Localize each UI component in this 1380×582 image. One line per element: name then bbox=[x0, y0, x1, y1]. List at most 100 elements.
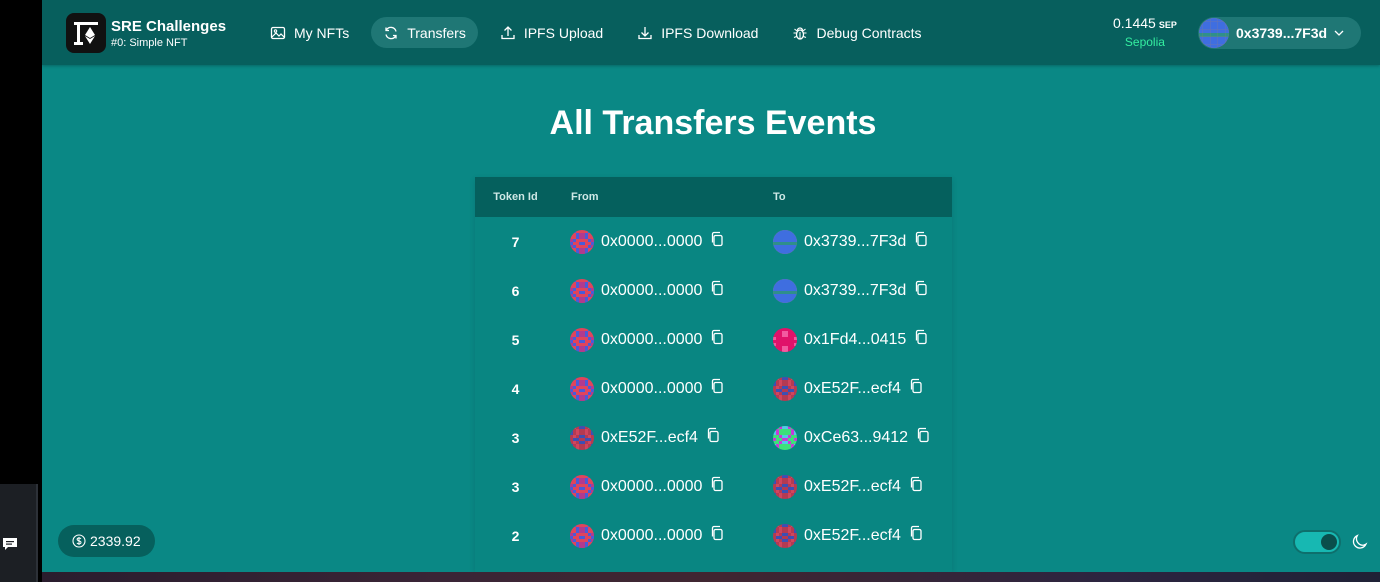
to-avatar bbox=[773, 474, 797, 499]
to-avatar bbox=[773, 229, 797, 254]
to-avatar bbox=[773, 278, 797, 303]
theme-toggle[interactable] bbox=[1293, 530, 1341, 554]
nav-transfers[interactable]: Transfers bbox=[371, 17, 478, 48]
to-address-cell: 0xE52F...ecf4 bbox=[758, 474, 924, 499]
to-address[interactable]: 0xCe63...9412 bbox=[804, 429, 908, 447]
from-address-cell: 0xE52F...ecf4 bbox=[556, 425, 758, 450]
from-address-cell: 0x0000...0000 bbox=[556, 327, 758, 352]
nav-ipfs-download[interactable]: IPFS Download bbox=[625, 17, 770, 48]
nav-label: Transfers bbox=[407, 24, 466, 41]
account-address: 0x3739...7F3d bbox=[1236, 25, 1328, 41]
network-name: Sepolia bbox=[1124, 35, 1165, 49]
brand-title: SRE Challenges bbox=[111, 17, 227, 35]
copy-icon[interactable] bbox=[709, 231, 725, 252]
to-address[interactable]: 0xE52F...ecf4 bbox=[804, 380, 901, 398]
from-address-cell: 0x0000...0000 bbox=[556, 278, 758, 303]
token-id: 2 bbox=[511, 527, 520, 544]
balance-amount: 0.1445 bbox=[1113, 15, 1156, 31]
to-address[interactable]: 0x1Fd4...0415 bbox=[804, 331, 906, 349]
copy-icon[interactable] bbox=[913, 280, 929, 301]
host-left-strip bbox=[0, 0, 42, 582]
account-dropdown-button[interactable]: 0x3739...7F3d bbox=[1198, 17, 1361, 49]
moon-icon bbox=[1352, 534, 1368, 549]
to-address-cell: 0xE52F...ecf4 bbox=[758, 523, 924, 548]
header-from: From bbox=[571, 191, 599, 203]
to-address[interactable]: 0xE52F...ecf4 bbox=[804, 527, 901, 545]
chat-icon[interactable] bbox=[2, 536, 18, 552]
table-row: 6 0x0000...0000 0x3739...7F3d bbox=[475, 266, 952, 315]
to-address[interactable]: 0xE52F...ecf4 bbox=[804, 478, 901, 496]
nav-label: My NFTs bbox=[294, 24, 350, 41]
brand-subtitle: #0: Simple NFT bbox=[111, 36, 188, 49]
copy-icon[interactable] bbox=[709, 280, 725, 301]
copy-icon[interactable] bbox=[709, 329, 725, 350]
to-address[interactable]: 0x3739...7F3d bbox=[804, 233, 906, 251]
copy-icon[interactable] bbox=[913, 329, 929, 350]
to-avatar bbox=[773, 376, 797, 401]
to-avatar bbox=[773, 523, 797, 548]
from-address[interactable]: 0x0000...0000 bbox=[601, 331, 702, 349]
from-address[interactable]: 0x0000...0000 bbox=[601, 233, 702, 251]
to-avatar bbox=[773, 327, 797, 352]
chevron-down-icon bbox=[1334, 30, 1344, 36]
image-icon bbox=[270, 26, 286, 39]
table-row: 5 0x0000...0000 0x1Fd4...0415 bbox=[475, 315, 952, 364]
copy-icon[interactable] bbox=[908, 476, 924, 497]
from-address[interactable]: 0x0000...0000 bbox=[601, 478, 702, 496]
from-avatar bbox=[570, 523, 594, 548]
header-to: To bbox=[773, 191, 786, 203]
host-bottom-strip bbox=[42, 572, 1380, 582]
from-address-cell: 0x0000...0000 bbox=[556, 474, 758, 499]
account-avatar bbox=[1199, 18, 1229, 48]
top-navbar: SRE Challenges #0: Simple NFT My NFTs Tr… bbox=[42, 0, 1380, 65]
host-panel bbox=[0, 484, 38, 582]
to-address-cell: 0x3739...7F3d bbox=[758, 278, 929, 303]
table-row: 7 0x0000...0000 0x3739...7F3d bbox=[475, 217, 952, 266]
copy-icon[interactable] bbox=[709, 476, 725, 497]
copy-icon[interactable] bbox=[705, 427, 721, 448]
toggle-knob bbox=[1321, 534, 1337, 550]
table-row: 3 0x0000...0000 0xE52F...ecf4 bbox=[475, 462, 952, 511]
brand-link[interactable]: SRE Challenges #0: Simple NFT bbox=[66, 13, 226, 53]
nav-label: IPFS Upload bbox=[523, 24, 604, 41]
table-body: 7 0x0000...0000 0x3739...7F3d 6 0x0000...000… bbox=[475, 217, 952, 560]
to-address-cell: 0xE52F...ecf4 bbox=[758, 376, 924, 401]
nav-my-nfts[interactable]: My NFTs bbox=[258, 17, 361, 48]
from-address[interactable]: 0x0000...0000 bbox=[601, 380, 702, 398]
nav-ipfs-upload[interactable]: IPFS Upload bbox=[488, 17, 615, 48]
to-address[interactable]: 0x3739...7F3d bbox=[804, 282, 906, 300]
download-icon bbox=[638, 26, 652, 39]
copy-icon[interactable] bbox=[709, 525, 725, 546]
copy-icon[interactable] bbox=[908, 525, 924, 546]
from-address-cell: 0x0000...0000 bbox=[556, 523, 758, 548]
from-avatar bbox=[570, 474, 594, 499]
token-id: 5 bbox=[511, 331, 520, 348]
token-id: 3 bbox=[511, 478, 520, 495]
eth-price-badge[interactable]: 2339.92 bbox=[58, 525, 155, 557]
header-token-id: Token Id bbox=[493, 191, 538, 203]
eth-price: 2339.92 bbox=[90, 533, 141, 549]
token-id: 4 bbox=[511, 380, 520, 397]
to-avatar bbox=[773, 425, 797, 450]
balance-unit: SEP bbox=[1158, 20, 1177, 30]
ethereum-tower-icon bbox=[74, 22, 98, 45]
nav-label: Debug Contracts bbox=[816, 24, 922, 41]
copy-icon[interactable] bbox=[915, 427, 931, 448]
token-id: 6 bbox=[511, 282, 520, 299]
copy-icon[interactable] bbox=[908, 378, 924, 399]
from-address[interactable]: 0x0000...0000 bbox=[601, 282, 702, 300]
dollar-icon bbox=[72, 534, 86, 548]
nav-debug-contracts[interactable]: Debug Contracts bbox=[780, 17, 933, 48]
from-address[interactable]: 0x0000...0000 bbox=[601, 527, 702, 545]
to-address-cell: 0xCe63...9412 bbox=[758, 425, 931, 450]
upload-icon bbox=[501, 25, 515, 39]
copy-icon[interactable] bbox=[913, 231, 929, 252]
copy-icon[interactable] bbox=[709, 378, 725, 399]
from-avatar bbox=[570, 229, 594, 254]
from-avatar bbox=[570, 376, 594, 401]
to-address-cell: 0x1Fd4...0415 bbox=[758, 327, 929, 352]
wallet-balance[interactable]: 0.1445 SEP Sepolia bbox=[1113, 16, 1177, 48]
from-address[interactable]: 0xE52F...ecf4 bbox=[601, 429, 698, 447]
to-address-cell: 0x3739...7F3d bbox=[758, 229, 929, 254]
from-address-cell: 0x0000...0000 bbox=[556, 376, 758, 401]
